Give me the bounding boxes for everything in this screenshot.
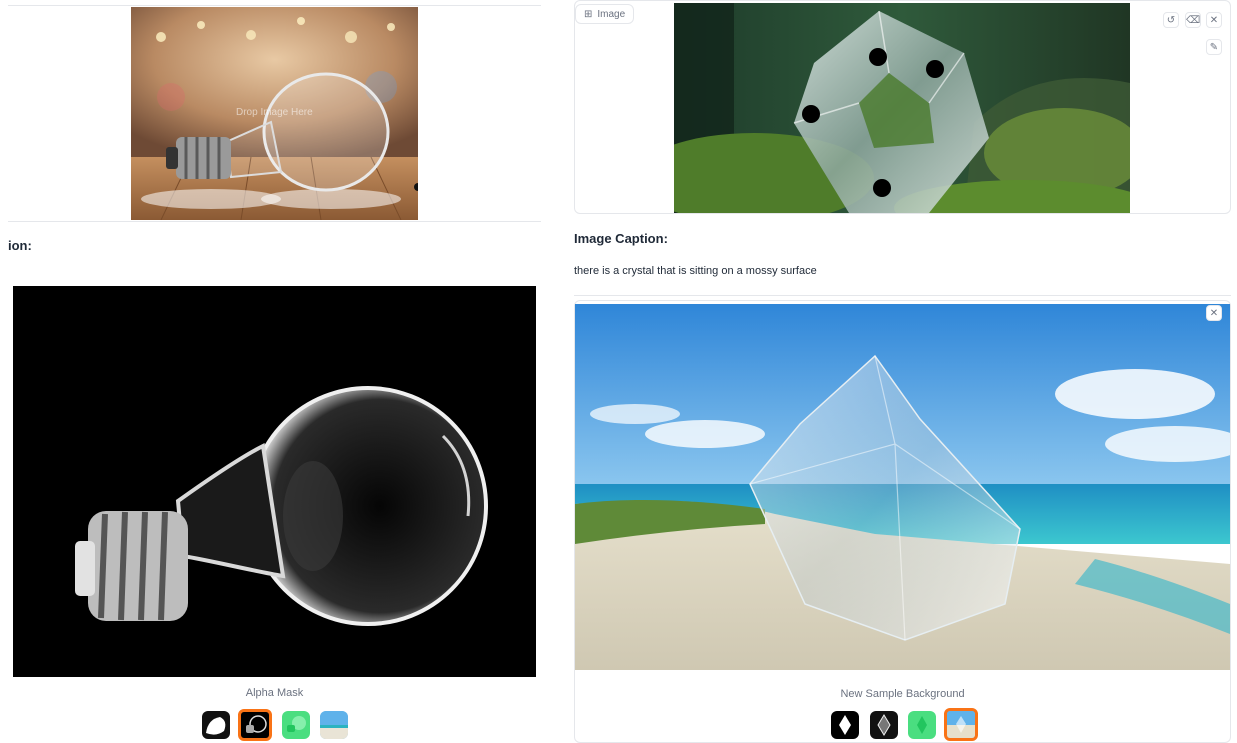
point-marker[interactable]	[802, 105, 820, 123]
alpha-mask-label: Alpha Mask	[245, 687, 304, 699]
undo-button[interactable]: ↺	[1163, 12, 1179, 28]
thumbnail-beach-right[interactable]	[944, 708, 978, 741]
undo-icon: ↺	[1166, 14, 1176, 26]
bulb-input-image[interactable]: Drop Image Here	[131, 7, 418, 220]
caption-heading-partial: ion:	[8, 238, 32, 253]
thumbnail-silhouette[interactable]	[202, 711, 230, 739]
top-divider-left	[8, 5, 541, 6]
alpha-mask-image	[13, 286, 536, 677]
caption-heading: Image Caption:	[574, 231, 668, 246]
thumbnail-green-tint-right[interactable]	[908, 711, 936, 739]
thumbnail-silhouette-right[interactable]	[831, 711, 859, 739]
composite-output-image[interactable]	[575, 304, 1230, 670]
brush-icon: ✎	[1209, 41, 1219, 53]
close-icon: ✕	[1209, 14, 1219, 26]
close-editor-button[interactable]: ✕	[1206, 12, 1222, 28]
close-icon: ✕	[1209, 307, 1219, 319]
thumbnail-bulb-mask[interactable]	[238, 709, 272, 741]
brush-button[interactable]: ✎	[1206, 39, 1222, 55]
new-background-label: New Sample Background	[840, 688, 965, 700]
thumbnail-beach[interactable]	[320, 711, 348, 739]
point-marker[interactable]	[873, 179, 891, 197]
section-divider-right	[574, 295, 1231, 296]
image-icon: ⊞	[584, 8, 593, 20]
crystal-input-image[interactable]	[674, 3, 1130, 213]
image-badge-label: Image	[597, 8, 626, 20]
point-marker[interactable]	[869, 48, 887, 66]
point-marker[interactable]	[926, 60, 944, 78]
section-divider-left	[8, 221, 541, 222]
eraser-icon: ⌫	[1185, 14, 1201, 26]
caption-text: there is a crystal that is sitting on a …	[574, 265, 817, 277]
thumbnail-green-tint[interactable]	[282, 711, 310, 739]
thumbnail-crystal-mask[interactable]	[870, 711, 898, 739]
drop-overlay-text: Drop Image Here	[236, 107, 313, 118]
clear-button[interactable]: ⌫	[1185, 12, 1201, 28]
image-badge: ⊞ Image	[575, 4, 635, 24]
close-output-button[interactable]: ✕	[1206, 305, 1222, 321]
